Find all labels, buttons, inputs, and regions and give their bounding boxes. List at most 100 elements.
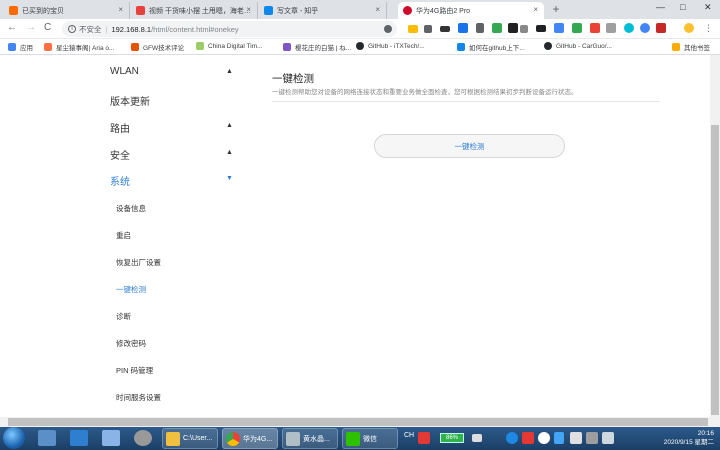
chevron-up-icon[interactable]: ▲: [226, 68, 233, 75]
bookmark-gfw[interactable]: GFW技术评论: [131, 42, 184, 52]
new-tab-button[interactable]: +: [549, 3, 563, 17]
star-icon[interactable]: [408, 25, 418, 33]
subitem-device-info[interactable]: 设备信息: [116, 203, 146, 214]
scrollbar-thumb[interactable]: [711, 125, 719, 415]
bookmark-label: 樱花庄的白猫 | ね...: [295, 45, 352, 52]
subitem-time-service[interactable]: 时间服务设置: [116, 392, 161, 403]
key-icon[interactable]: [384, 25, 392, 33]
browser-toolbar: ← → C i 不安全 | 192.168.8.1 /html/content.…: [0, 19, 720, 39]
tab-video[interactable]: 视频 干货味小摆 土甩嗯，海老… ×: [131, 2, 258, 19]
bookmark-label: China Digital Tim...: [208, 42, 263, 50]
task-chrome[interactable]: 华为4G...: [222, 428, 278, 449]
volume-icon[interactable]: [602, 432, 614, 444]
network-icon[interactable]: [586, 432, 598, 444]
folder-icon: [672, 43, 680, 51]
puzzle-icon[interactable]: [492, 23, 502, 33]
scrollbar-thumb[interactable]: [8, 418, 708, 426]
info-icon[interactable]: i: [68, 25, 76, 33]
address-bar[interactable]: i 不安全 | 192.168.8.1 /html/content.html#o…: [62, 21, 397, 37]
sidebar-item-wlan[interactable]: WLAN: [110, 66, 139, 77]
sidebar-item-routing[interactable]: 路由: [110, 120, 130, 135]
task-explorer[interactable]: C:\User...: [162, 428, 218, 449]
back-button[interactable]: ←: [7, 22, 17, 33]
check-icon[interactable]: [424, 25, 432, 33]
bookmark-ext-icon[interactable]: [508, 23, 518, 33]
bookmark-other[interactable]: 其他书签: [672, 42, 710, 52]
sidebar-item-security[interactable]: 安全: [110, 147, 130, 162]
avatar[interactable]: [684, 23, 694, 33]
bluetooth-icon[interactable]: [554, 432, 564, 444]
bookmarks-bar: 应用 星尘猿事阁| Aria o... GFW技术评论 China Digita…: [0, 39, 720, 55]
task-photo[interactable]: 黄水晶...: [282, 428, 338, 449]
sidebar-item-update[interactable]: 版本更新: [110, 93, 150, 108]
tray-app-icon[interactable]: [538, 432, 550, 444]
subitem-change-password[interactable]: 修改密码: [116, 338, 146, 349]
start-button[interactable]: [3, 427, 25, 449]
bookmark-github-carguo[interactable]: GitHub - CarGuo/...: [544, 42, 612, 50]
close-icon[interactable]: ×: [375, 5, 380, 14]
bookmark-zhihu[interactable]: 如何在github上下...: [457, 42, 525, 52]
computer-icon[interactable]: [102, 430, 120, 446]
page-description: 一键检测帮助您对设备的网络连接状态和重要业务做全面检查，您可根据检测结果初步判断…: [272, 89, 578, 96]
extension-icon[interactable]: [624, 23, 634, 33]
tray-app-icon[interactable]: [522, 432, 534, 444]
extension-icon[interactable]: [554, 23, 564, 33]
shield-icon[interactable]: [656, 23, 666, 33]
js-icon[interactable]: [520, 25, 528, 33]
close-icon[interactable]: ×: [246, 5, 251, 14]
chevron-up-icon[interactable]: ▲: [226, 149, 233, 156]
bookmark-github-itxtech[interactable]: GitHub - iTXTech/...: [356, 42, 425, 50]
battery-indicator[interactable]: 86%: [440, 433, 464, 443]
webcam-icon[interactable]: [134, 430, 152, 446]
task-wechat[interactable]: 微信: [342, 428, 398, 449]
vertical-scrollbar[interactable]: [710, 55, 720, 417]
extension-icon[interactable]: [606, 23, 616, 33]
chevron-down-icon[interactable]: ▼: [226, 175, 233, 182]
screen-icon[interactable]: [536, 25, 546, 32]
tray-app-icon[interactable]: [506, 432, 518, 444]
extension-icon[interactable]: [572, 23, 582, 33]
extension-icon[interactable]: [590, 23, 600, 33]
url-host: 192.168.8.1: [111, 24, 152, 34]
bookmark-cdt[interactable]: China Digital Tim...: [196, 42, 263, 50]
desktop-icon[interactable]: [70, 430, 88, 446]
clock[interactable]: 20:16 2020/9/15 星期二: [652, 429, 714, 447]
tab-taobao[interactable]: 已买到的宝贝 ×: [4, 2, 130, 19]
subitem-diagnosis[interactable]: 诊断: [116, 311, 131, 322]
minimize-button[interactable]: —: [656, 2, 665, 12]
extension-icon[interactable]: [640, 23, 650, 33]
subitem-reboot[interactable]: 重启: [116, 230, 131, 241]
taskbar-app-icon[interactable]: [38, 430, 56, 446]
horizontal-scrollbar[interactable]: [0, 417, 720, 427]
new-extension-icon[interactable]: [458, 23, 468, 33]
subitem-factory-reset[interactable]: 恢复出厂设置: [116, 257, 161, 268]
input-method-icon[interactable]: [418, 432, 430, 444]
bookmark-sakura[interactable]: 樱花庄的白猫 | ね...: [283, 42, 351, 52]
glasses-icon[interactable]: [440, 26, 450, 32]
battery-icon[interactable]: [472, 434, 482, 442]
forward-button[interactable]: →: [26, 22, 36, 33]
bookmark-aria[interactable]: 星尘猿事阁| Aria o...: [44, 42, 114, 52]
close-icon[interactable]: ×: [118, 5, 123, 14]
github-icon: [544, 42, 552, 50]
tab-label: 已买到的宝贝: [22, 7, 64, 15]
bookmark-icon: [131, 43, 139, 51]
tray-app-icon[interactable]: [570, 432, 582, 444]
bookmark-apps[interactable]: 应用: [8, 42, 33, 52]
subitem-pin-management[interactable]: PIN 码管理: [116, 365, 153, 376]
onekey-check-button[interactable]: 一键检测: [374, 134, 565, 158]
router-page: WLAN ▲ 版本更新 路由 ▲ 安全 ▲ 系统 ▼ 设备信息 重启 恢复出厂设…: [0, 55, 710, 417]
reload-button[interactable]: C: [44, 22, 51, 33]
window-close-button[interactable]: ✕: [704, 2, 712, 13]
menu-icon[interactable]: ⋮: [704, 23, 713, 34]
download-icon[interactable]: [476, 23, 484, 33]
bookmark-icon: [283, 43, 291, 51]
chevron-up-icon[interactable]: ▲: [226, 122, 233, 129]
tab-huawei-router[interactable]: 华为4G路由2 Pro ×: [398, 2, 544, 19]
subitem-onekey-check[interactable]: 一键检测: [116, 284, 146, 295]
sidebar-item-system[interactable]: 系统: [110, 173, 130, 188]
close-icon[interactable]: ×: [533, 5, 538, 14]
tab-zhihu[interactable]: 写文章 - 知乎 ×: [259, 2, 387, 19]
maximize-button[interactable]: □: [680, 2, 685, 12]
input-language[interactable]: CH: [404, 432, 414, 439]
